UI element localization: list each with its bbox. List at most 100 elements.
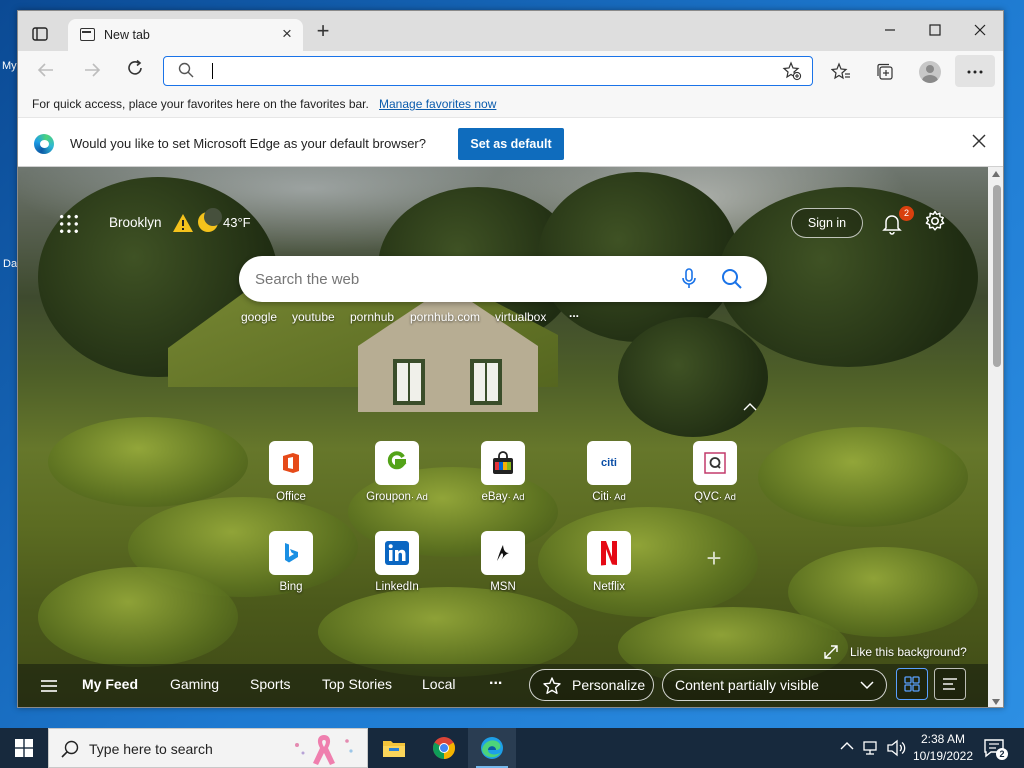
taskbar-chrome[interactable] (420, 728, 468, 768)
refresh-button[interactable] (121, 58, 149, 86)
msn-icon (497, 545, 509, 561)
forward-button[interactable] (78, 58, 106, 86)
tab-close-button[interactable]: × (277, 24, 297, 44)
add-site-button[interactable]: + (701, 545, 727, 571)
add-favorite-icon[interactable] (782, 61, 802, 81)
taskbar-file-explorer[interactable] (370, 728, 418, 768)
desktop-icon-label-fragment[interactable]: Da (3, 258, 17, 270)
groupon-icon (387, 451, 407, 470)
page-settings-gear-icon[interactable] (924, 210, 946, 232)
hamburger-menu-icon[interactable] (40, 679, 58, 693)
quick-link-tile[interactable]: Netflix (564, 531, 654, 601)
personalize-button[interactable]: Personalize (529, 669, 654, 701)
search-icon (61, 740, 79, 758)
notification-count-badge: 2 (996, 748, 1008, 760)
sparkle-star-icon (543, 677, 561, 694)
tab-gaming[interactable]: Gaming (170, 676, 219, 692)
address-bar[interactable] (163, 56, 813, 86)
bing-icon (285, 543, 298, 563)
grid-layout-button[interactable] (896, 668, 928, 700)
tile-icon-box (269, 531, 313, 575)
start-button[interactable] (0, 728, 48, 768)
chrome-icon (433, 737, 455, 759)
scroll-down-arrow-icon[interactable] (992, 699, 1000, 705)
maximize-icon (929, 24, 941, 36)
chevron-up-icon[interactable] (742, 400, 758, 412)
tab-actions-icon (32, 27, 48, 41)
manage-favorites-link[interactable]: Manage favorites now (379, 97, 496, 111)
tile-icon-box (693, 441, 737, 485)
linkedin-icon (385, 541, 409, 565)
profile-button[interactable] (917, 59, 943, 85)
tab-my-feed[interactable]: My Feed (82, 676, 138, 692)
favorites-button[interactable] (828, 59, 854, 85)
default-browser-infobar: Would you like to set Microsoft Edge as … (18, 117, 1003, 167)
tab-title: New tab (104, 28, 150, 42)
apps-grid-icon[interactable] (58, 213, 80, 235)
weather-warning-icon[interactable] (172, 213, 194, 233)
tile-label: Groupon· Ad (366, 491, 428, 503)
weather-temperature[interactable]: 43°F (223, 215, 251, 230)
quick-link-tile[interactable]: eBay· Ad (458, 441, 548, 511)
tile-label: Citi· Ad (592, 491, 626, 503)
search-icon[interactable] (721, 268, 743, 290)
content-visibility-label: Content partially visible (675, 677, 819, 693)
chevron-up-icon[interactable] (840, 741, 854, 751)
ntp-sign-in-button[interactable]: Sign in (791, 208, 863, 238)
collections-button[interactable] (872, 59, 898, 85)
back-button[interactable] (32, 58, 60, 86)
chevron-down-icon (860, 681, 874, 690)
web-search-box[interactable] (239, 256, 767, 302)
taskbar-clock[interactable]: 2:38 AM 10/19/2022 (912, 731, 974, 765)
quick-link-tile[interactable]: Groupon· Ad (352, 441, 442, 511)
desktop-icon-label-fragment[interactable]: My (2, 60, 17, 72)
trending-search-link[interactable]: virtualbox (495, 310, 546, 324)
address-input[interactable] (208, 61, 768, 81)
collections-icon (877, 63, 893, 80)
microphone-icon[interactable] (681, 268, 697, 290)
tab-actions-button[interactable] (26, 21, 54, 47)
tab-sports[interactable]: Sports (250, 676, 290, 692)
maximize-button[interactable] (913, 19, 957, 43)
more-feed-tabs-button[interactable]: ... (489, 671, 502, 689)
content-visibility-dropdown[interactable]: Content partially visible (662, 669, 887, 701)
tab-strip: New tab × + (18, 11, 1003, 51)
quick-link-tile[interactable]: Bing (246, 531, 336, 601)
clock-time: 2:38 AM (920, 732, 966, 746)
trending-search-link[interactable]: pornhub.com (410, 310, 480, 324)
edge-logo-icon (34, 134, 54, 154)
tab-local[interactable]: Local (422, 676, 455, 692)
infobar-close-button[interactable] (969, 132, 989, 152)
tab-new-tab[interactable]: New tab × (68, 19, 303, 51)
volume-icon[interactable] (886, 739, 906, 757)
scroll-up-arrow-icon[interactable] (992, 171, 1000, 177)
trending-search-link[interactable]: google (241, 310, 277, 324)
trending-search-link[interactable]: youtube (292, 310, 335, 324)
awareness-ribbon-icon[interactable] (289, 731, 359, 767)
taskbar-edge[interactable] (468, 728, 516, 768)
web-search-input[interactable] (255, 269, 655, 289)
list-layout-button[interactable] (934, 668, 966, 700)
new-tab-button[interactable]: + (311, 20, 335, 44)
taskbar-search-box[interactable]: Type here to search (48, 728, 368, 768)
quick-link-tile[interactable]: Office (246, 441, 336, 511)
tab-top-stories[interactable]: Top Stories (322, 676, 392, 692)
weather-location[interactable]: Brooklyn (109, 215, 162, 230)
scrollbar-thumb[interactable] (993, 185, 1001, 367)
trending-search-link[interactable]: pornhub (350, 310, 394, 324)
quick-link-tile[interactable]: LinkedIn (352, 531, 442, 601)
close-window-button[interactable] (958, 19, 1002, 43)
tile-label: Office (276, 491, 306, 503)
network-icon[interactable] (862, 739, 880, 757)
minimize-button[interactable] (868, 19, 912, 43)
profile-avatar-icon (919, 61, 941, 83)
quick-link-tile[interactable]: QVC· Ad (670, 441, 760, 511)
set-as-default-button[interactable]: Set as default (458, 128, 564, 160)
arrow-right-icon (85, 63, 101, 77)
more-trending-button[interactable]: ... (569, 306, 579, 320)
page-scrollbar[interactable] (988, 167, 1003, 707)
tile-label: Bing (279, 581, 303, 593)
settings-and-more-button[interactable] (955, 55, 995, 87)
quick-link-tile[interactable]: MSN (458, 531, 548, 601)
quick-link-tile[interactable]: citi Citi· Ad (564, 441, 654, 511)
